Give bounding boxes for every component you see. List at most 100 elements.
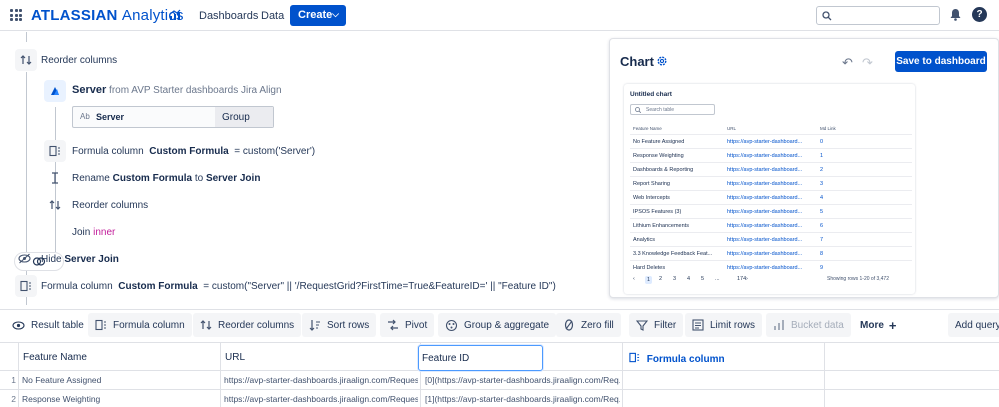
row-number: 1 — [11, 375, 16, 385]
mini-table-row[interactable]: No Feature Assigned https://avp-starter-d… — [630, 134, 912, 148]
rename-to-word: to — [194, 173, 204, 184]
mini-table-row[interactable]: Report Sharing https://avp-starter-dashbo… — [630, 176, 912, 190]
mini-header[interactable]: Feature Name — [633, 126, 662, 131]
redo-icon[interactable]: ↷ — [862, 55, 873, 71]
column-header-formula-column[interactable]: Formula column — [626, 345, 822, 371]
step-server-source[interactable]: Server from AVP Starter dashboards Jira … — [72, 84, 282, 96]
bucket-data-label: Bucket data — [791, 319, 844, 331]
create-button[interactable]: Create ⌵ — [290, 5, 346, 26]
mini-prev-page[interactable]: ‹ — [633, 276, 635, 282]
formula-icon[interactable] — [15, 275, 37, 297]
reorder-icon[interactable] — [15, 49, 37, 71]
cell-url[interactable]: https://avp-starter-dashboards.jiraalign… — [224, 394, 418, 404]
rename-icon[interactable] — [44, 167, 66, 189]
mini-page-link[interactable]: ... — [715, 276, 720, 282]
cell-url[interactable]: https://avp-starter-dashboards.jiraalign… — [224, 375, 418, 385]
table-search-input[interactable]: Search table — [630, 104, 715, 115]
limit-rows-button[interactable]: Limit rows — [685, 313, 763, 337]
hide-icon[interactable] — [13, 247, 35, 269]
mini-table-cell: https://avp-starter-dashboard... — [727, 167, 803, 173]
mini-table-row[interactable]: 3.3 Knowledge Feedback Feat... https://av… — [630, 246, 912, 260]
mini-table-row[interactable]: Analytics https://avp-starter-dashboard..… — [630, 232, 912, 246]
help-icon[interactable]: ? — [972, 7, 987, 22]
column-header-url[interactable]: URL — [222, 345, 418, 371]
sort-rows-button[interactable]: Sort rows — [302, 313, 377, 337]
mini-page-link[interactable]: 2 — [659, 276, 662, 282]
step-rename[interactable]: Rename Custom Formula to Server Join — [72, 173, 260, 184]
mini-table-row[interactable]: Response Weighting https://avp-starter-da… — [630, 148, 912, 162]
mini-table-cell: 0 — [820, 139, 824, 145]
rename-prefix: Rename — [72, 173, 110, 184]
pivot-button[interactable]: Pivot — [380, 313, 435, 337]
mini-page-link[interactable]: 1 — [645, 276, 653, 284]
column-header-feature-name[interactable]: Feature Name — [20, 345, 218, 371]
filter-button[interactable]: Filter — [629, 313, 684, 337]
cell-feature-name[interactable]: Response Weighting — [22, 394, 218, 404]
mini-header[interactable]: URL — [727, 126, 736, 131]
mini-table-cell: 2 — [820, 167, 824, 173]
add-query-button[interactable]: Add query — [948, 313, 999, 337]
nav-dashboards[interactable]: Dashboards — [199, 10, 258, 22]
group-aggregate-button[interactable]: Group & aggregate — [438, 313, 557, 337]
create-label: Create — [298, 9, 333, 21]
app-switcher-icon[interactable] — [10, 9, 22, 21]
group-dropdown[interactable]: Group — [215, 107, 273, 127]
mini-header[interactable]: Md Link — [820, 126, 836, 131]
reorder-icon[interactable] — [44, 194, 66, 216]
cell-feature-id[interactable]: [1](https://avp-starter-dashboards.jiraa… — [425, 394, 620, 404]
mini-table-row[interactable]: Web Intercepts https://avp-starter-dashbo… — [630, 190, 912, 204]
column-header-feature-id[interactable]: Feature ID — [418, 345, 543, 371]
mini-page-link[interactable]: 4 — [687, 276, 690, 282]
nav-data[interactable]: Data — [261, 10, 284, 22]
mini-page-link[interactable]: 5 — [701, 276, 704, 282]
result-table-button[interactable]: Result table — [5, 313, 91, 337]
product-logo[interactable]: ATLASSIAN Analytics — [31, 7, 184, 24]
step-join[interactable]: Join inner — [72, 227, 115, 238]
reorder-columns-button[interactable]: Reorder columns — [193, 313, 302, 337]
mini-table-cell: Lithium Enhancements — [633, 223, 689, 229]
mini-table-cell: https://avp-starter-dashboard... — [727, 153, 803, 159]
column-divider — [824, 343, 825, 407]
reorder-icon — [200, 320, 212, 330]
mini-table-cell: Report Sharing — [633, 181, 670, 187]
mini-page-link[interactable]: 174 — [737, 276, 746, 282]
step-formula-column[interactable]: Formula column Custom Formula = custom('… — [72, 146, 315, 157]
mini-table-row[interactable]: Lithium Enhancements https://avp-starter-… — [630, 218, 912, 232]
more-button[interactable]: More + — [853, 313, 904, 337]
save-to-dashboard-button[interactable]: Save to dashboard — [895, 51, 987, 72]
undo-icon[interactable]: ↶ — [842, 55, 853, 71]
step-formula-column-2[interactable]: Formula column Custom Formula = custom("… — [41, 281, 556, 292]
step-reorder-columns[interactable]: Reorder columns — [41, 55, 117, 66]
formula-name: Custom Formula — [118, 281, 198, 292]
server-column-box[interactable]: Ab Server Group — [72, 106, 274, 128]
jira-align-icon — [44, 80, 66, 102]
formula-column-button[interactable]: Formula column — [88, 313, 192, 337]
brand-name: ATLASSIAN — [31, 7, 118, 24]
cell-feature-id[interactable]: [0](https://avp-starter-dashboards.jiraa… — [425, 375, 620, 385]
chart-panel-title: Chart — [620, 54, 654, 69]
mini-table-row[interactable]: Hard Deletes https://avp-starter-dashboar… — [630, 260, 912, 274]
limit-rows-label: Limit rows — [710, 319, 756, 331]
formula-prefix: Formula column — [72, 146, 144, 157]
mini-table-row[interactable]: Dashboards & Reporting https://avp-starte… — [630, 162, 912, 176]
add-query-label: Add query — [955, 319, 999, 331]
mini-next-page[interactable]: › — [746, 276, 748, 282]
mini-table-row[interactable]: IPSOS Features (3) https://avp-starter-da… — [630, 204, 912, 218]
mini-page-link[interactable]: 3 — [673, 276, 676, 282]
hide-prefix: Hide — [41, 254, 62, 265]
step-reorder-columns-2[interactable]: Reorder columns — [72, 200, 148, 211]
step-hide[interactable]: Hide Server Join — [41, 254, 119, 265]
search-input[interactable] — [816, 6, 940, 25]
formula-icon[interactable] — [44, 140, 66, 162]
formula-column-label: Formula column — [113, 319, 185, 331]
join-type: inner — [93, 227, 116, 238]
bucket-data-button[interactable]: Bucket data — [766, 313, 851, 337]
server-source-name: AVP Starter dashboards Jira Align — [131, 85, 282, 96]
mini-table-cell: 1 — [820, 153, 824, 159]
cell-feature-name[interactable]: No Feature Assigned — [22, 375, 218, 385]
zero-fill-button[interactable]: Zero fill — [556, 313, 621, 337]
gear-icon[interactable] — [656, 55, 668, 67]
row-number: 2 — [11, 394, 16, 404]
mini-row-count: Showing rows 1-20 of 3,472 — [827, 276, 889, 282]
notifications-icon[interactable] — [949, 8, 962, 21]
